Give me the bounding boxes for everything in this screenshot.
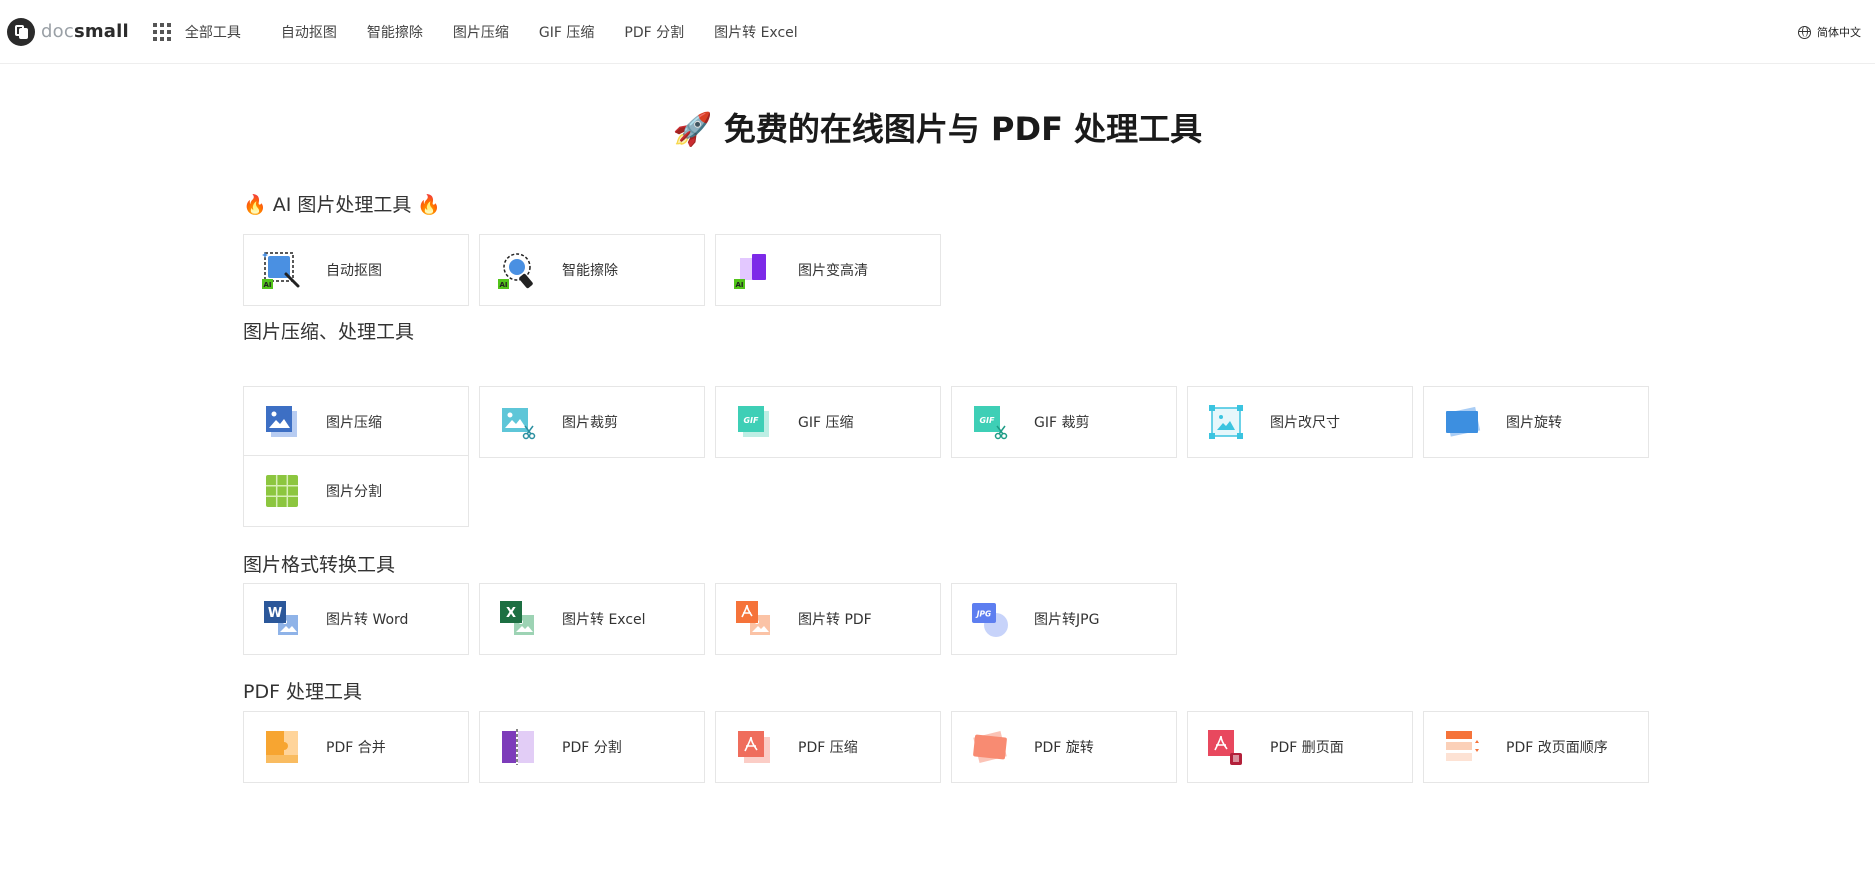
tool-card-label: 图片转 Word [326,612,409,628]
nav-item-image-to-excel[interactable]: 图片转 Excel [714,22,798,42]
ai-badge-text: AI [735,281,743,289]
gif-compress-icon: GIF [734,402,774,442]
pdf-compress-icon [734,727,774,767]
image-to-word-icon: W [262,599,302,639]
gif-crop-icon: GIF [970,402,1010,442]
image-crop-icon [498,402,538,442]
ai-badge-text: AI [263,281,271,289]
ai-badge-text: AI [499,281,507,289]
tool-card-label: PDF 压缩 [798,740,858,756]
pdf-merge-icon [262,727,302,767]
main-nav: 全部工具 自动抠图 智能擦除 图片压缩 GIF 压缩 PDF 分割 图片转 Ex… [152,22,828,42]
apps-grid-icon[interactable] [152,22,171,41]
tool-card-image-to-word[interactable]: W 图片转 Word [243,583,469,655]
jpg-badge-text: JPG [975,610,991,619]
logo-text-small: small [73,21,129,42]
tool-card-pdf-merge[interactable]: PDF 合并 [243,711,469,783]
image-to-pdf-icon [734,599,774,639]
tool-card-image-compress[interactable]: 图片压缩 [243,386,469,458]
top-header: docsmall 全部工具 自动抠图 智能擦除 图片压缩 GIF 压缩 PDF … [0,0,1875,64]
section-title-image-process: 图片压缩、处理工具 [243,321,415,343]
tool-card-image-to-excel[interactable]: X 图片转 Excel [479,583,705,655]
tool-card-image-crop[interactable]: 图片裁剪 [479,386,705,458]
section-title-ai: 🔥 AI 图片处理工具 🔥 [243,194,442,216]
nav-item-auto-cutout[interactable]: 自动抠图 [281,22,337,42]
tool-card-label: 图片旋转 [1506,415,1562,431]
nav-item-image-compress[interactable]: 图片压缩 [453,22,509,42]
globe-icon [1798,25,1811,39]
image-rotate-icon [1442,402,1482,442]
tool-card-image-resize[interactable]: 图片改尺寸 [1187,386,1413,458]
tool-card-image-to-jpg[interactable]: JPG 图片转JPG [951,583,1177,655]
tool-card-gif-crop[interactable]: GIF GIF 裁剪 [951,386,1177,458]
excel-badge-text: X [506,606,516,621]
tool-card-image-to-pdf[interactable]: 图片转 PDF [715,583,941,655]
logo-icon [7,17,35,46]
tool-card-auto-cutout[interactable]: AI 自动抠图 [243,234,469,306]
tool-card-smart-erase[interactable]: AI 智能擦除 [479,234,705,306]
gif-badge-text: GIF [743,416,759,425]
section-title-format-convert: 图片格式转换工具 [243,554,396,576]
tool-card-label: GIF 裁剪 [1034,415,1090,431]
image-split-icon [262,471,302,511]
tool-card-image-enhance[interactable]: AI 图片变高清 [715,234,941,306]
section-title-pdf: PDF 处理工具 [243,681,363,703]
tool-card-label: PDF 删页面 [1270,740,1344,756]
ai-erase-icon: AI [498,250,538,290]
pdf-delete-page-icon [1206,727,1246,767]
tool-card-pdf-compress[interactable]: PDF 压缩 [715,711,941,783]
page-title: 🚀 免费的在线图片与 PDF 处理工具 [672,110,1203,148]
nav-item-smart-erase[interactable]: 智能擦除 [367,22,423,42]
tool-card-image-rotate[interactable]: 图片旋转 [1423,386,1649,458]
tool-card-label: PDF 改页面顺序 [1506,740,1608,756]
image-to-excel-icon: X [498,599,538,639]
image-resize-icon [1206,402,1246,442]
image-compress-icon [262,402,302,442]
tool-card-label: 图片分割 [326,484,382,500]
pdf-split-icon [498,727,538,767]
tool-card-label: 图片转 PDF [798,612,872,628]
ai-enhance-icon: AI [734,250,774,290]
tool-card-label: 图片压缩 [326,415,382,431]
language-label: 简体中文 [1817,26,1861,39]
tool-card-label: 图片转 Excel [562,612,646,628]
tool-card-image-split[interactable]: 图片分割 [243,455,469,527]
tool-card-label: PDF 旋转 [1034,740,1094,756]
logo-text: docsmall [41,21,129,42]
word-badge-text: W [268,606,282,621]
nav-all-tools[interactable]: 全部工具 [185,22,241,42]
tool-card-gif-compress[interactable]: GIF GIF 压缩 [715,386,941,458]
nav-item-gif-compress[interactable]: GIF 压缩 [539,22,594,42]
tool-card-label: 智能擦除 [562,263,618,279]
tool-card-label: PDF 合并 [326,740,386,756]
tool-card-label: 图片转JPG [1034,612,1100,628]
pdf-rotate-icon [970,727,1010,767]
tool-card-label: 图片变高清 [798,263,868,279]
tool-card-pdf-split[interactable]: PDF 分割 [479,711,705,783]
tool-card-label: GIF 压缩 [798,415,854,431]
nav-item-pdf-split[interactable]: PDF 分割 [624,22,684,42]
pdf-reorder-icon [1442,727,1482,767]
tool-card-label: 图片裁剪 [562,415,618,431]
tool-card-pdf-rotate[interactable]: PDF 旋转 [951,711,1177,783]
language-switcher[interactable]: 简体中文 [1798,24,1861,40]
tool-card-label: 图片改尺寸 [1270,415,1340,431]
tool-card-label: PDF 分割 [562,740,622,756]
ai-cutout-icon: AI [262,250,302,290]
tool-card-pdf-reorder[interactable]: PDF 改页面顺序 [1423,711,1649,783]
tool-card-pdf-delete-page[interactable]: PDF 删页面 [1187,711,1413,783]
tool-card-label: 自动抠图 [326,263,382,279]
logo-text-doc: doc [41,21,74,42]
image-to-jpg-icon: JPG [970,599,1010,639]
logo[interactable]: docsmall [7,17,129,46]
gif-badge-text: GIF [979,416,995,425]
